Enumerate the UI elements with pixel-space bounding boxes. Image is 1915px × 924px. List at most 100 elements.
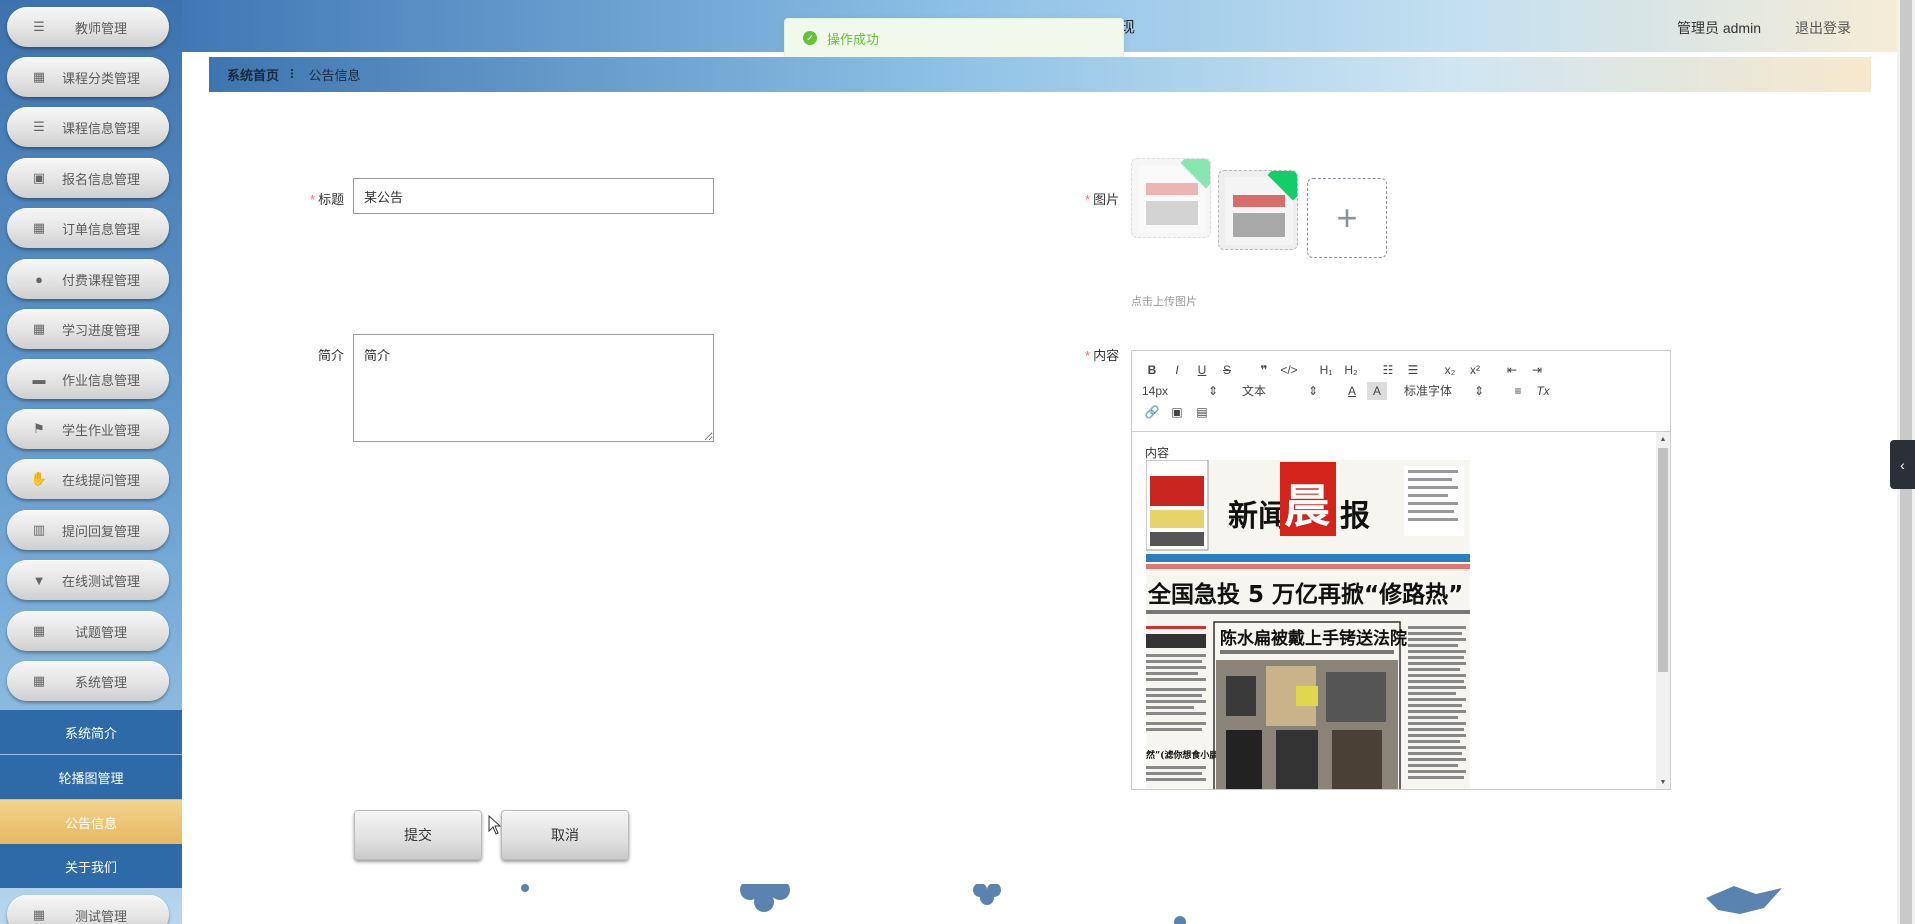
clipboard-icon: ▣ [32, 170, 46, 185]
underline-icon[interactable]: U [1192, 361, 1212, 379]
image-thumbnail[interactable] [1218, 170, 1298, 250]
headline: 全国急投 5 万亿再掀“修路热” [1147, 581, 1463, 608]
sidebar-menu-item[interactable]: ▦ 课程分类管理 [7, 57, 169, 97]
sidebar-item-test-manage[interactable]: ▦ 测试管理 [7, 895, 169, 924]
cancel-button[interactable]: 取消 [501, 810, 629, 860]
italic-icon[interactable]: I [1167, 361, 1187, 379]
sort-icon: ⇕ [1207, 383, 1218, 398]
editor-body-text: 内容 [1145, 446, 1170, 460]
sidebar-menu-item[interactable]: ▦ 试题管理 [7, 611, 169, 651]
sidebar-item-notice[interactable]: 公告信息 [0, 800, 182, 844]
editor-scroll-thumb[interactable] [1658, 448, 1668, 672]
text-type-select[interactable]: 文本 ⇕ [1242, 382, 1318, 400]
image-thumbnail[interactable] [1131, 158, 1211, 238]
list-icon: ☰ [33, 19, 45, 34]
sidebar-menu-item[interactable]: ▼ 在线测试管理 [7, 560, 169, 600]
breadcrumb: 系统首页 ⠇ 公告信息 [209, 57, 1871, 92]
bullet-list-icon[interactable]: ☰ [1403, 361, 1423, 379]
sidebar-menu-item[interactable]: ▣ 报名信息管理 [7, 158, 169, 198]
sidebar-menu-item[interactable]: ▦ 系统管理 [7, 661, 169, 701]
sidebar-item-about[interactable]: 关于我们 [0, 844, 182, 888]
title-label: * 标题 [310, 192, 345, 207]
scroll-up-icon[interactable]: ▲ [1656, 432, 1670, 446]
sidebar-menu-item[interactable]: ☰ 课程信息管理 [7, 107, 169, 147]
image-label: * 图片 [1085, 192, 1120, 207]
sidebar-menu-item[interactable]: ▦ 订单信息管理 [7, 208, 169, 248]
admin-label: 管理员 admin [1676, 20, 1761, 36]
subscript-icon[interactable]: x₂ [1440, 361, 1460, 379]
monitor-icon: ▬ [32, 371, 46, 387]
sidebar-item-label: 在线提问管理 [61, 472, 140, 488]
bar-chart-icon: ▥ [32, 522, 46, 537]
link-icon[interactable]: 🔗 [1142, 403, 1162, 421]
align-icon[interactable]: ≡ [1508, 382, 1528, 400]
sidebar-item-system-intro[interactable]: 系统简介 [0, 710, 182, 754]
masthead-right: 报 [1340, 499, 1370, 534]
font-family-select[interactable]: 标准字体 ⇕ [1404, 382, 1484, 400]
editor-content[interactable]: 内容 新闻 晨 报 全国急投 5 万亿再掀“修路热” 然”(滤你想食小康根数子行… [1132, 432, 1670, 789]
sidebar-item-label: 作业信息管理 [61, 372, 140, 388]
user-icon: ● [35, 271, 43, 287]
submit-button[interactable]: 提交 [354, 810, 482, 860]
sidebar-menu-item[interactable]: ☰ 教师管理 [7, 7, 169, 47]
logout-link[interactable]: 退出登录 [1795, 18, 1851, 38]
sidebar-menu-item[interactable]: ▦ 学习进度管理 [7, 309, 169, 349]
outdent-icon[interactable]: ⇤ [1502, 361, 1522, 379]
success-toast: ✓ 操作成功 [784, 18, 1124, 58]
intro-textarea[interactable]: 简介 [353, 334, 714, 442]
editor-scrollbar[interactable]: ▲ ▼ [1656, 432, 1670, 789]
toast-message: 操作成功 [827, 31, 880, 47]
sidebar-item-label: 付费课程管理 [61, 272, 140, 288]
strike-icon[interactable]: S [1217, 361, 1237, 379]
sidebar-menu-item[interactable]: ▬ 作业信息管理 [7, 359, 169, 399]
indent-icon[interactable]: ⇥ [1527, 361, 1547, 379]
sidebar-menu-item[interactable]: ⚑ 学生作业管理 [7, 409, 169, 449]
sidebar-item-label: 订单信息管理 [61, 221, 140, 237]
sidebar-item-carousel[interactable]: 轮播图管理 [0, 755, 182, 799]
upload-button[interactable]: + [1307, 178, 1387, 258]
sidebar-item-label: 提问回复管理 [61, 523, 140, 539]
superscript-icon[interactable]: x² [1465, 361, 1485, 379]
h2-icon[interactable]: H₂ [1341, 361, 1361, 379]
decoration-shape [1174, 916, 1186, 924]
video-icon[interactable]: ▤ [1192, 403, 1212, 421]
list-icon: ☰ [33, 119, 45, 134]
font-color-icon[interactable]: A [1342, 382, 1362, 400]
subhead: 陈水扁被戴上手铐送法院 [1220, 628, 1407, 649]
flag-icon: ⚑ [33, 421, 45, 436]
sidebar-menu-item[interactable]: ▥ 提问回复管理 [7, 510, 169, 550]
image-icon[interactable]: ▣ [1167, 403, 1187, 421]
upload-tip: 点击上传图片 [1131, 296, 1197, 308]
font-size-select[interactable]: 14px ⇕ [1142, 382, 1218, 400]
sidebar-item-label: 系统管理 [74, 674, 127, 690]
sidebar-item-label: 教师管理 [74, 20, 127, 36]
background-color-icon[interactable]: A [1367, 381, 1387, 400]
h1-icon[interactable]: H₁ [1316, 361, 1336, 379]
sidebar-item-label: 学习进度管理 [61, 322, 140, 338]
sidebar-item-label: 报名信息管理 [61, 171, 140, 187]
sidebar-item-label: 试题管理 [74, 624, 127, 640]
code-icon[interactable]: </> [1279, 361, 1299, 379]
title-input[interactable] [353, 178, 714, 214]
thumb-icon: ✋ [30, 471, 48, 486]
plus-icon: + [1336, 197, 1358, 238]
breadcrumb-home[interactable]: 系统首页 [227, 65, 279, 84]
breadcrumb-current: 公告信息 [308, 68, 361, 83]
collapse-tab-chevron-left-icon[interactable]: ‹ [1890, 440, 1915, 489]
scroll-down-icon[interactable]: ▼ [1656, 775, 1670, 789]
grid-icon: ▦ [32, 673, 46, 688]
sidebar-item-label: 学生作业管理 [61, 422, 140, 438]
ordered-list-icon[interactable]: ☷ [1378, 361, 1398, 379]
decoration-shape [521, 884, 529, 892]
grid-icon: ▦ [32, 321, 46, 336]
clear-format-icon[interactable]: Tx [1533, 382, 1553, 400]
masthead-left: 新闻 [1228, 499, 1288, 534]
intro-label: 简介 [318, 348, 345, 363]
mouse-cursor-icon [488, 815, 502, 835]
sidebar-menu-item[interactable]: ✋ 在线提问管理 [7, 459, 169, 499]
quote-icon[interactable]: ❞ [1254, 361, 1274, 379]
breadcrumb-separator: ⠇ [289, 66, 299, 82]
sidebar-menu-item[interactable]: ● 付费课程管理 [7, 259, 169, 299]
check-icon: ✓ [803, 31, 817, 45]
bold-icon[interactable]: B [1142, 361, 1162, 379]
